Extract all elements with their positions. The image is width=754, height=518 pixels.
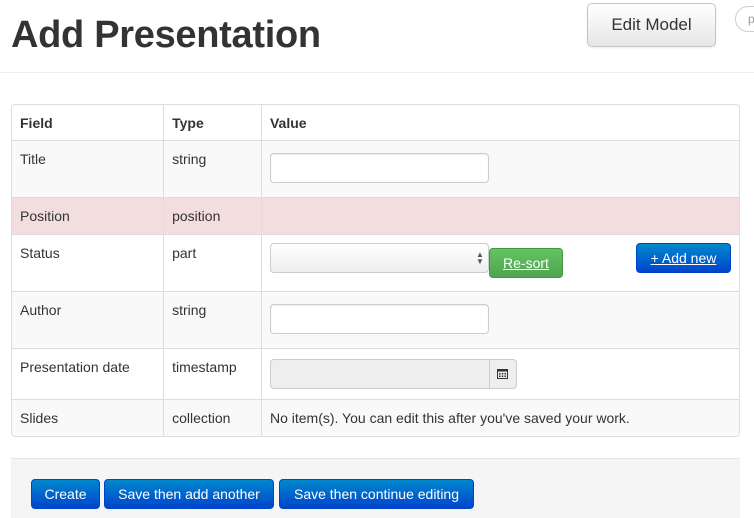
field-type: position	[172, 207, 221, 224]
column-header-type: Type	[163, 105, 262, 140]
slides-empty-message: No item(s). You can edit this after you'…	[269, 409, 630, 426]
calendar-icon	[497, 369, 509, 379]
column-header-field: Field	[20, 115, 53, 131]
field-type: collection	[172, 409, 231, 426]
field-type: timestamp	[172, 358, 237, 375]
table-row-slides: Slides collection No item(s). You can ed…	[12, 398, 739, 436]
field-name: Position	[20, 207, 70, 224]
field-value-cell: ▲ ▼ Re-sort + Add new	[260, 233, 739, 291]
field-name-cell: Slides	[12, 398, 164, 436]
table-row-title: Title string	[12, 139, 739, 197]
field-type-cell: part	[163, 233, 262, 291]
date-picker	[269, 358, 517, 389]
table-row-status: Status part ▲ ▼ Re-sort + Add new	[12, 233, 739, 291]
resort-button[interactable]: Re-sort	[488, 247, 563, 278]
calendar-button[interactable]	[488, 358, 517, 389]
form-actions: Create Save then add another Save then c…	[11, 458, 740, 518]
field-value-cell: No item(s). You can edit this after you'…	[260, 398, 739, 436]
field-value-cell	[260, 347, 739, 399]
partial-pill-button[interactable]: p	[735, 6, 754, 32]
field-name: Title	[20, 150, 46, 167]
table-row-author: Author string	[12, 290, 739, 348]
create-button[interactable]: Create	[31, 479, 100, 509]
field-value-cell	[260, 139, 739, 197]
field-name: Presentation date	[20, 358, 130, 375]
field-name-cell: Position	[12, 196, 164, 234]
field-type-cell: collection	[163, 398, 262, 436]
save-continue-editing-button[interactable]: Save then continue editing	[279, 479, 474, 509]
table-row-position: Position position	[12, 196, 739, 234]
field-name-cell: Status	[12, 233, 164, 291]
field-name: Status	[20, 244, 60, 261]
field-type-cell: timestamp	[163, 347, 262, 399]
save-add-another-button[interactable]: Save then add another	[104, 479, 274, 509]
field-type-cell: string	[163, 139, 262, 197]
column-header-value: Value	[260, 105, 739, 140]
table-header-row: Field Type Value	[12, 105, 739, 140]
field-value-cell	[260, 196, 739, 234]
header-divider	[0, 72, 754, 73]
field-type: part	[172, 244, 197, 261]
add-new-button[interactable]: + Add new	[635, 242, 731, 273]
table-row-presentation-date: Presentation date timestamp	[12, 347, 739, 399]
field-type: string	[172, 301, 207, 318]
field-name: Slides	[20, 409, 59, 426]
field-name-cell: Author	[12, 290, 164, 348]
presentation-date-input[interactable]	[269, 358, 490, 389]
title-input[interactable]	[269, 152, 489, 183]
field-type-cell: string	[163, 290, 262, 348]
field-name-cell: Presentation date	[12, 347, 164, 399]
edit-model-button[interactable]: Edit Model	[587, 3, 716, 47]
author-input[interactable]	[269, 303, 489, 334]
field-type: string	[172, 150, 207, 167]
select-updown-icon: ▲ ▼	[476, 249, 484, 266]
field-type-cell: position	[163, 196, 262, 234]
field-name: Author	[20, 301, 62, 318]
fields-table: Field Type Value Title string Position p…	[11, 104, 740, 437]
field-name-cell: Title	[12, 139, 164, 197]
status-select[interactable]: ▲ ▼	[269, 242, 489, 273]
field-value-cell	[260, 290, 739, 348]
page-title: Add Presentation	[11, 14, 321, 56]
